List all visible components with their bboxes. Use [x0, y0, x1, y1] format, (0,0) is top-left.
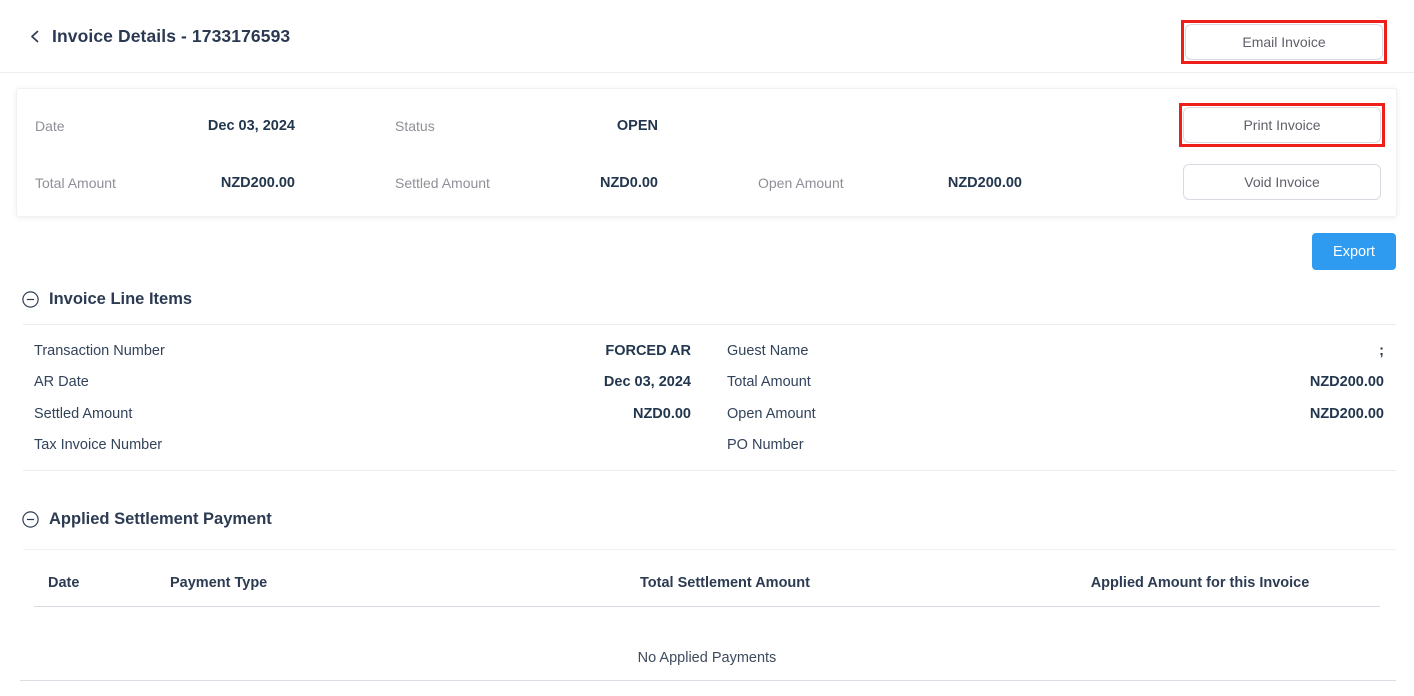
print-invoice-highlight: Print Invoice — [1179, 103, 1385, 147]
column-header-applied-amount: Applied Amount for this Invoice — [1020, 575, 1380, 591]
export-row: Export — [0, 233, 1414, 270]
field-label: Status — [395, 118, 435, 134]
void-invoice-wrap: Void Invoice — [1183, 164, 1381, 200]
circle-minus-icon[interactable] — [22, 511, 39, 528]
section-title: Invoice Line Items — [49, 290, 192, 309]
field-label: Date — [35, 118, 65, 134]
chevron-left-icon — [28, 29, 43, 44]
field-value: FORCED AR — [605, 343, 691, 359]
li-field-tax-invoice-number: Tax Invoice Number — [34, 430, 691, 462]
field-value: Dec 03, 2024 — [208, 118, 295, 134]
page-title: Invoice Details - 1733176593 — [52, 26, 290, 47]
li-field-po-number: PO Number — [727, 430, 1384, 462]
export-button[interactable]: Export — [1312, 233, 1396, 270]
li-field-ar-date: AR Date Dec 03, 2024 — [34, 367, 691, 399]
field-label: Settled Amount — [34, 406, 132, 422]
invoice-summary-card: Date Dec 03, 2024 Status OPEN Total Amou… — [16, 88, 1397, 217]
field-label: Tax Invoice Number — [34, 437, 162, 453]
field-value: NZD0.00 — [600, 175, 658, 191]
field-label: Transaction Number — [34, 343, 165, 359]
email-invoice-highlight: Email Invoice — [1181, 20, 1387, 64]
summary-field-status: Status OPEN — [395, 107, 658, 145]
payments-table-header: Date Payment Type Total Settlement Amoun… — [34, 550, 1380, 607]
section-title: Applied Settlement Payment — [49, 510, 272, 529]
void-invoice-button[interactable]: Void Invoice — [1183, 164, 1381, 200]
field-value: NZD200.00 — [948, 175, 1022, 191]
field-label: Open Amount — [758, 175, 844, 191]
summary-field-spacer — [758, 107, 1022, 145]
li-field-open-amount: Open Amount NZD200.00 — [727, 398, 1384, 430]
field-value: NZD0.00 — [633, 406, 691, 422]
li-field-settled-amount: Settled Amount NZD0.00 — [34, 398, 691, 430]
field-label: Open Amount — [727, 406, 816, 422]
field-label: Total Amount — [727, 374, 811, 390]
back-button[interactable] — [28, 29, 43, 44]
summary-field-open-amount: Open Amount NZD200.00 — [758, 164, 1022, 202]
line-items-section-header: Invoice Line Items — [0, 287, 1414, 311]
field-value: NZD200.00 — [1310, 406, 1384, 422]
email-invoice-button[interactable]: Email Invoice — [1185, 24, 1383, 60]
field-value: NZD200.00 — [1310, 374, 1384, 390]
column-header-date: Date — [48, 575, 170, 591]
status-badge: OPEN — [617, 118, 658, 134]
field-label: AR Date — [34, 374, 89, 390]
page-header: Invoice Details - 1733176593 Email Invoi… — [0, 0, 1414, 73]
field-label: Settled Amount — [395, 175, 490, 191]
field-value: NZD200.00 — [221, 175, 295, 191]
summary-field-total-amount: Total Amount NZD200.00 — [35, 164, 295, 202]
circle-minus-icon[interactable] — [22, 291, 39, 308]
field-value: Dec 03, 2024 — [604, 374, 691, 390]
li-field-transaction-number: Transaction Number FORCED AR — [34, 335, 691, 367]
summary-field-date: Date Dec 03, 2024 — [35, 107, 295, 145]
line-items-right-column: Guest Name ; Total Amount NZD200.00 Open… — [727, 335, 1384, 461]
line-items-grid: Transaction Number FORCED AR AR Date Dec… — [0, 325, 1414, 470]
li-field-total-amount: Total Amount NZD200.00 — [727, 367, 1384, 399]
column-header-payment-type: Payment Type — [170, 575, 430, 591]
field-label: PO Number — [727, 437, 804, 453]
column-header-total-settlement-amount: Total Settlement Amount — [430, 575, 1020, 591]
divider — [23, 470, 1396, 471]
li-field-guest-name: Guest Name ; — [727, 335, 1384, 367]
field-label: Guest Name — [727, 343, 808, 359]
applied-settlement-section-header: Applied Settlement Payment — [0, 507, 1414, 531]
no-applied-payments-message: No Applied Payments — [0, 607, 1414, 680]
divider — [20, 680, 1396, 681]
line-items-left-column: Transaction Number FORCED AR AR Date Dec… — [34, 335, 691, 461]
field-label: Total Amount — [35, 175, 116, 191]
field-value: ; — [1379, 343, 1384, 359]
summary-field-settled-amount: Settled Amount NZD0.00 — [395, 164, 658, 202]
print-invoice-button[interactable]: Print Invoice — [1183, 107, 1381, 143]
